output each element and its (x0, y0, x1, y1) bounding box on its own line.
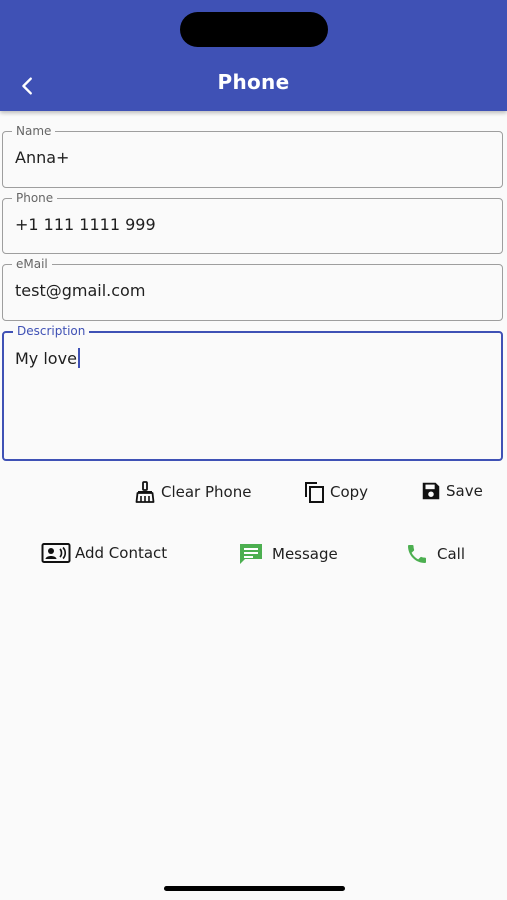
description-field-label: Description (13, 324, 90, 338)
app-bar: Phone (0, 0, 507, 111)
description-field[interactable]: Description My love (2, 324, 503, 461)
message-button[interactable]: Message (238, 542, 338, 566)
copy-icon (302, 480, 326, 504)
page-title: Phone (217, 70, 290, 94)
name-field-value: Anna+ (15, 148, 70, 167)
dynamic-island (180, 12, 328, 47)
phone-icon (405, 542, 429, 566)
broom-icon (133, 480, 157, 504)
add-contact-button[interactable]: Add Contact (41, 542, 167, 564)
home-indicator (164, 886, 345, 891)
email-field-label: eMail (12, 257, 52, 271)
save-button[interactable]: Save (420, 480, 483, 502)
email-field[interactable]: eMail test@gmail.com (2, 257, 503, 321)
call-label: Call (437, 545, 466, 563)
name-field-label: Name (12, 124, 56, 138)
save-icon (420, 480, 442, 502)
phone-field[interactable]: Phone +1 111 1111 999 (2, 191, 503, 254)
name-field[interactable]: Name Anna+ (2, 124, 503, 188)
clear-phone-label: Clear Phone (161, 483, 252, 501)
phone-field-label: Phone (12, 191, 58, 205)
clear-phone-button[interactable]: Clear Phone (133, 480, 251, 504)
message-label: Message (272, 545, 338, 563)
copy-label: Copy (330, 483, 369, 501)
save-label: Save (446, 482, 483, 500)
contact-card-icon (41, 542, 71, 564)
phone-field-value: +1 111 1111 999 (15, 215, 156, 234)
email-field-value: test@gmail.com (15, 281, 146, 300)
call-button[interactable]: Call (405, 542, 465, 566)
message-icon (238, 542, 264, 566)
text-cursor (77, 348, 80, 368)
copy-button[interactable]: Copy (302, 480, 368, 504)
add-contact-label: Add Contact (75, 544, 168, 562)
description-text: My love (15, 349, 77, 368)
description-field-value: My love (15, 348, 80, 368)
